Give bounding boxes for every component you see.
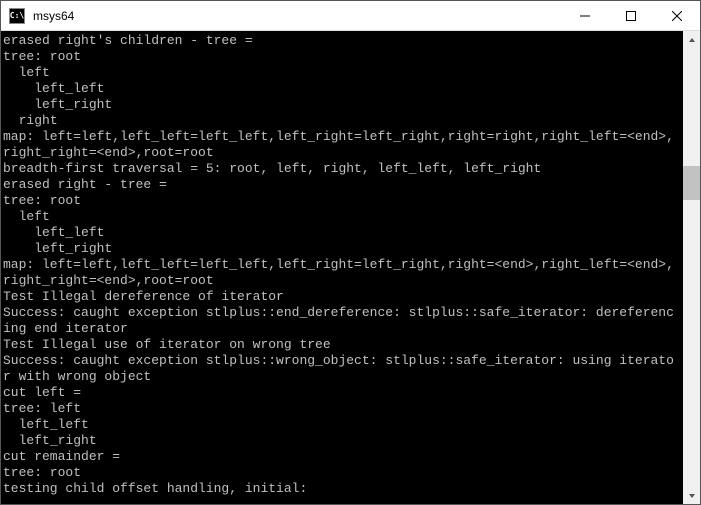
scrollbar-track[interactable] <box>683 48 700 487</box>
console-line: tree: root <box>3 49 679 65</box>
scrollbar-thumb[interactable] <box>683 166 700 200</box>
console-line: Success: caught exception stlplus::end_d… <box>3 305 679 337</box>
minimize-icon <box>580 11 590 21</box>
console-line: left_right <box>3 241 679 257</box>
console-line: cut remainder = <box>3 449 679 465</box>
console-line: left <box>3 209 679 225</box>
console-line: left <box>3 65 679 81</box>
console-line: left_right <box>3 433 679 449</box>
console-line: Success: caught exception stlplus::wrong… <box>3 353 679 385</box>
console-line: erased right's children - tree = <box>3 33 679 49</box>
console-line: testing child offset handling, initial: <box>3 481 679 497</box>
console-line: left_right <box>3 97 679 113</box>
scroll-up-arrow-icon[interactable] <box>683 31 700 48</box>
close-button[interactable] <box>654 1 700 30</box>
console-line: Test Illegal use of iterator on wrong tr… <box>3 337 679 353</box>
console-line: Test Illegal dereference of iterator <box>3 289 679 305</box>
console-line: map: left=left,left_left=left_left,left_… <box>3 129 679 161</box>
console-output: erased right's children - tree =tree: ro… <box>1 31 683 499</box>
console-line: breadth-first traversal = 5: root, left,… <box>3 161 679 177</box>
maximize-icon <box>626 11 636 21</box>
console-line: map: left=left,left_left=left_left,left_… <box>3 257 679 289</box>
app-icon: C:\ <box>9 8 25 24</box>
scroll-down-arrow-icon[interactable] <box>683 487 700 504</box>
console-line: left_left <box>3 81 679 97</box>
minimize-button[interactable] <box>562 1 608 30</box>
console-line: tree: left <box>3 401 679 417</box>
console-line: erased right - tree = <box>3 177 679 193</box>
titlebar[interactable]: C:\ msys64 <box>1 1 700 31</box>
console-area[interactable]: erased right's children - tree =tree: ro… <box>1 31 700 504</box>
close-icon <box>672 11 682 21</box>
vertical-scrollbar[interactable] <box>683 31 700 504</box>
window-controls <box>562 1 700 30</box>
console-line: tree: root <box>3 465 679 481</box>
maximize-button[interactable] <box>608 1 654 30</box>
console-line: left_left <box>3 225 679 241</box>
console-line: left_left <box>3 417 679 433</box>
console-line: cut left = <box>3 385 679 401</box>
console-line: right <box>3 113 679 129</box>
window-title: msys64 <box>31 9 562 23</box>
console-line: tree: root <box>3 193 679 209</box>
